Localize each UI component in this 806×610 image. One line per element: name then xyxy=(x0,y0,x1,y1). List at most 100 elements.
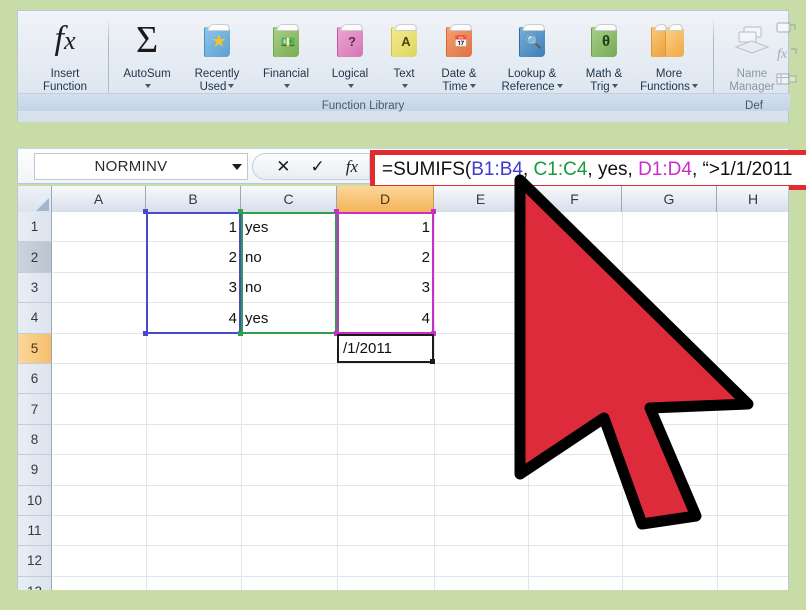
row-header-6[interactable]: 6 xyxy=(18,363,52,395)
book-letter-a-icon: A xyxy=(380,15,428,65)
column-header-F[interactable]: F xyxy=(528,186,622,212)
grid-row-9 xyxy=(52,455,788,486)
cell-D4[interactable]: 4 xyxy=(337,303,434,333)
logical-button[interactable]: ? Logical xyxy=(319,15,381,93)
recently-used-label-2: Used xyxy=(181,81,253,94)
formula-input[interactable]: =SUMIFS(B1:B4, C1:C4, yes, D1:D4, “>1/1/… xyxy=(375,155,806,185)
formula-bar-buttons: ✕ ✓ fx xyxy=(252,153,370,180)
grid-vline-H xyxy=(717,212,718,590)
more-functions-button[interactable]: More Functions xyxy=(632,15,706,93)
cell-C2[interactable]: no xyxy=(241,242,337,272)
row-header-10[interactable]: 10 xyxy=(18,485,52,516)
row-header-13[interactable]: 13 xyxy=(18,576,52,590)
worksheet-grid: ABCDEFGH 12345678910111213 1234yesnonoye… xyxy=(17,186,789,590)
cell-D2[interactable]: 2 xyxy=(337,242,434,272)
fill-handle[interactable] xyxy=(430,359,435,364)
insert-function-label-2: Function xyxy=(42,80,88,93)
function-library-group-label: Function Library xyxy=(321,100,405,112)
range-c1-c4-handle-2[interactable] xyxy=(238,331,243,336)
grid-vline-G xyxy=(622,212,623,590)
more-functions-label-1: More xyxy=(655,68,683,80)
column-header-C[interactable]: C xyxy=(241,186,337,212)
text-button[interactable]: A Text xyxy=(380,15,428,93)
name-box[interactable]: NORMINV xyxy=(34,153,248,180)
grid-row-7 xyxy=(52,394,788,425)
active-cell-D5[interactable]: /1/2011 xyxy=(337,334,435,364)
financial-button[interactable]: 💵 Financial xyxy=(254,15,318,93)
more-functions-label-2: Functions xyxy=(632,81,706,94)
grid-row-11 xyxy=(52,516,788,547)
grid-row-10 xyxy=(52,486,788,516)
date-time-label-2: Time xyxy=(428,81,490,94)
cell-B2[interactable]: 2 xyxy=(146,242,241,272)
range-d1-d4-handle-0[interactable] xyxy=(334,209,339,214)
book-calendar-icon: 📅 xyxy=(428,15,490,65)
range-c1-c4-handle-0[interactable] xyxy=(238,209,243,214)
cell-C1[interactable]: yes xyxy=(241,212,337,242)
formula-token-2: , xyxy=(522,159,534,180)
row-header-7[interactable]: 7 xyxy=(18,394,52,425)
column-header-H[interactable]: H xyxy=(717,186,788,212)
formula-token-3: C1:C4 xyxy=(533,159,588,180)
cell-B3[interactable]: 3 xyxy=(146,273,241,303)
cell-B1[interactable]: 1 xyxy=(146,212,241,242)
row-header-8[interactable]: 8 xyxy=(18,424,52,456)
column-header-B[interactable]: B xyxy=(146,186,241,212)
formula-token-4: , yes, xyxy=(587,159,639,180)
cell-C4[interactable]: yes xyxy=(241,303,337,333)
row-header-9[interactable]: 9 xyxy=(18,455,52,486)
range-d1-d4-handle-1[interactable] xyxy=(431,209,436,214)
cell-D3[interactable]: 3 xyxy=(337,273,434,303)
formula-token-0: =SUMIFS( xyxy=(382,159,472,180)
formula-token-6: , “>1/1/2011 xyxy=(691,159,793,180)
create-from-selection-icon[interactable] xyxy=(776,71,798,92)
grid-row-6 xyxy=(52,364,788,395)
use-in-formula-icon[interactable]: fx xyxy=(776,45,798,66)
row-header-3[interactable]: 3 xyxy=(18,272,52,304)
math-trig-label-1: Math & xyxy=(585,68,623,80)
logical-dropdown xyxy=(319,81,381,94)
cell-C3[interactable]: no xyxy=(241,273,337,303)
financial-dropdown xyxy=(254,81,318,94)
recently-used-label-1: Recently xyxy=(194,68,240,80)
cancel-formula-icon[interactable]: ✕ xyxy=(266,157,300,177)
recently-used-button[interactable]: ★ Recently Used xyxy=(181,15,253,93)
grid-row-13 xyxy=(52,577,788,590)
math-trig-label-2: Trig xyxy=(574,81,634,94)
cell-D1[interactable]: 1 xyxy=(337,212,434,242)
range-b1-b4-handle-2[interactable] xyxy=(143,331,148,336)
column-header-A[interactable]: A xyxy=(52,186,146,212)
ribbon-group-strip: Function Library Def xyxy=(18,93,790,112)
book-money-icon: 💵 xyxy=(254,15,318,65)
range-b1-b4-handle-0[interactable] xyxy=(143,209,148,214)
grid-row-12 xyxy=(52,546,788,577)
column-header-D[interactable]: D xyxy=(337,186,434,212)
math-trig-button[interactable]: θ Math & Trig xyxy=(574,15,634,93)
insert-function-button[interactable]: fx Insert Function xyxy=(26,15,104,93)
column-headers: ABCDEFGH xyxy=(18,186,788,212)
sigma-icon: Σ xyxy=(135,19,159,61)
book-question-icon: ? xyxy=(319,15,381,65)
name-box-dropdown-icon[interactable] xyxy=(227,163,247,170)
column-header-G[interactable]: G xyxy=(622,186,717,212)
autosum-button[interactable]: Σ AutoSum xyxy=(114,15,180,93)
insert-function-icon[interactable]: fx xyxy=(335,157,369,177)
lookup-reference-button[interactable]: 🔍 Lookup & Reference xyxy=(491,15,573,93)
row-header-5[interactable]: 5 xyxy=(18,333,52,364)
row-header-4[interactable]: 4 xyxy=(18,303,52,334)
cells-area[interactable]: 1 2 3 4 yes no no yes 1 2 3 4/1/2011 xyxy=(52,209,788,590)
define-name-icon[interactable] xyxy=(776,19,798,40)
row-header-12[interactable]: 12 xyxy=(18,546,52,577)
row-header-11[interactable]: 11 xyxy=(18,515,52,547)
date-time-button[interactable]: 📅 Date & Time xyxy=(428,15,490,93)
enter-formula-icon[interactable]: ✓ xyxy=(301,157,335,177)
book-star-icon: ★ xyxy=(181,15,253,65)
column-header-E[interactable]: E xyxy=(434,186,528,212)
defined-names-group-label: Def xyxy=(745,100,763,112)
cell-B4[interactable]: 4 xyxy=(146,303,241,333)
row-header-1[interactable]: 1 xyxy=(18,212,52,243)
row-header-2[interactable]: 2 xyxy=(18,242,52,273)
select-all-corner[interactable] xyxy=(18,186,52,212)
formula-token-1: B1:B4 xyxy=(471,159,523,180)
text-dropdown xyxy=(380,81,428,94)
